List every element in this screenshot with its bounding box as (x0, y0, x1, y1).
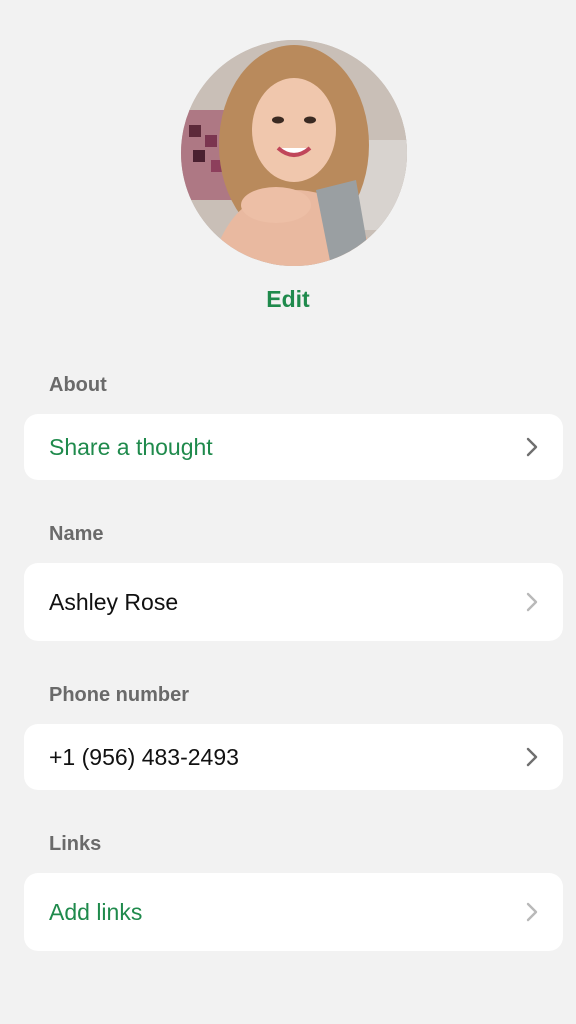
links-row[interactable]: Add links (24, 873, 563, 951)
profile-photo[interactable] (181, 40, 407, 266)
chevron-right-icon (526, 592, 538, 612)
links-section-label: Links (49, 833, 102, 855)
phone-value: +1 (956) 483-2493 (49, 743, 239, 770)
name-value: Ashley Rose (49, 588, 179, 615)
edit-photo-button[interactable]: Edit (0, 286, 576, 313)
about-row[interactable]: Share a thought (24, 414, 563, 480)
about-section-label: About (49, 374, 107, 396)
phone-row[interactable]: +1 (956) 483-2493 (24, 724, 563, 790)
profile-photo-image (181, 40, 407, 266)
name-section-label: Name (49, 523, 104, 545)
profile-edit-screen: Edit About Share a thought Name Ashley R… (0, 0, 576, 1024)
name-row[interactable]: Ashley Rose (24, 563, 563, 641)
chevron-right-icon (526, 437, 538, 457)
chevron-right-icon (526, 747, 538, 767)
add-links-text: Add links (49, 898, 143, 925)
phone-section-label: Phone number (49, 684, 190, 706)
share-thought-text: Share a thought (49, 433, 213, 460)
chevron-right-icon (526, 902, 538, 922)
